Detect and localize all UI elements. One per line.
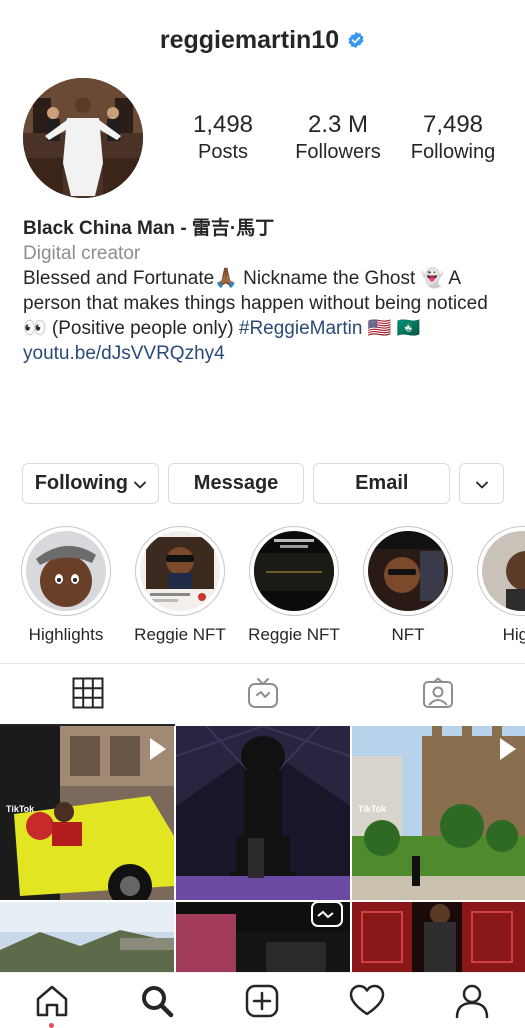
nav-home[interactable] <box>32 983 72 1023</box>
verified-badge-icon <box>347 31 365 49</box>
following-label: Following <box>410 141 496 163</box>
followers-stat[interactable]: 2.3 M Followers <box>288 111 388 164</box>
igtv-icon <box>247 677 279 714</box>
grid-icon <box>72 677 104 714</box>
avatar[interactable] <box>23 78 143 198</box>
highlight-label: Highl <box>502 625 525 644</box>
category-label: Digital creator <box>23 243 141 264</box>
highlight-label: Highlights <box>28 625 104 644</box>
highlight-label: Reggie NFT <box>248 625 340 644</box>
posts-grid: TikTok TikTok <box>0 726 525 972</box>
tagged-icon <box>422 677 454 714</box>
story-highlights: Highlights Reggie NFT Reggie NFT NFT Hig <box>18 526 525 646</box>
chevron-down-icon <box>475 472 488 495</box>
following-count: 7,498 <box>422 111 484 138</box>
nav-new-post[interactable] <box>242 983 282 1023</box>
highlight-cover <box>254 531 334 611</box>
highlight-ring <box>363 526 453 616</box>
profile-stats: 1,498 Posts 2.3 M Followers 7,498 Follow… <box>173 111 503 164</box>
display-name: Black China Man - 雷吉·馬丁 <box>23 218 275 239</box>
following-stat[interactable]: 7,498 Following <box>403 111 503 164</box>
profile-header: reggiemartin10 <box>0 20 525 60</box>
suggested-accounts-button[interactable] <box>459 463 505 504</box>
bio-link[interactable]: youtu.be/dJsVVRQzhy4 <box>23 341 503 366</box>
highlight-item[interactable]: Highl <box>474 526 525 645</box>
highlight-item[interactable]: NFT <box>360 526 456 645</box>
profile-summary: 1,498 Posts 2.3 M Followers 7,498 Follow… <box>23 78 503 198</box>
tab-igtv[interactable] <box>175 664 350 726</box>
username: reggiemartin10 <box>159 25 340 54</box>
highlight-ring <box>21 526 111 616</box>
followers-label: Followers <box>295 141 381 163</box>
highlight-ring <box>135 526 225 616</box>
following-button[interactable]: Following <box>22 463 159 504</box>
message-button-label: Message <box>193 472 279 494</box>
tiktok-badge: TikTok <box>358 804 387 814</box>
highlight-item[interactable]: Reggie NFT <box>246 526 342 645</box>
tiktok-badge: TikTok <box>6 804 35 814</box>
bio-text: Blessed and Fortunate🙏🏾 Nickname the Gho… <box>23 266 503 341</box>
post-thumbnail[interactable] <box>176 902 350 972</box>
posts-stat[interactable]: 1,498 Posts <box>173 111 273 164</box>
post-thumbnail[interactable] <box>0 902 174 972</box>
profile-icon <box>454 983 490 1024</box>
highlight-cover <box>482 531 525 611</box>
search-icon <box>139 983 175 1024</box>
highlight-ring <box>249 526 339 616</box>
post-thumbnail[interactable]: TikTok <box>0 726 174 900</box>
nav-profile[interactable] <box>452 983 492 1023</box>
highlight-item[interactable]: Highlights <box>18 526 114 645</box>
highlight-cover <box>26 531 106 611</box>
highlight-label: Reggie NFT <box>134 625 226 644</box>
tab-posts-grid[interactable] <box>0 664 175 726</box>
highlight-cover <box>140 531 220 611</box>
profile-tabs <box>0 663 525 726</box>
activity-icon <box>349 983 385 1024</box>
chevron-down-icon <box>134 472 146 495</box>
posts-count: 1,498 <box>192 111 254 138</box>
new-post-icon <box>244 983 280 1024</box>
highlight-item[interactable]: Reggie NFT <box>132 526 228 645</box>
following-button-label: Following <box>34 472 128 494</box>
posts-label: Posts <box>197 141 249 163</box>
notification-dot <box>49 1023 54 1028</box>
message-button[interactable]: Message <box>167 463 305 504</box>
post-thumbnail[interactable] <box>176 726 350 900</box>
tab-tagged[interactable] <box>350 664 525 726</box>
highlight-cover <box>368 531 448 611</box>
post-thumbnail[interactable] <box>352 902 525 972</box>
post-thumbnail[interactable]: TikTok <box>352 726 525 900</box>
highlight-ring <box>477 526 525 616</box>
email-button-label: Email <box>355 472 409 494</box>
bio-hashtag[interactable]: #ReggieMartin <box>239 318 363 339</box>
bio-text-part-2: 🇺🇸 🇲🇴 <box>362 318 421 339</box>
highlight-label: NFT <box>391 625 425 644</box>
bottom-navigation <box>0 972 525 1028</box>
profile-actions: Following Message Email <box>22 463 505 504</box>
nav-search[interactable] <box>137 983 177 1023</box>
followers-count: 2.3 M <box>307 111 369 138</box>
nav-activity[interactable] <box>347 983 387 1023</box>
profile-bio: Black China Man - 雷吉·馬丁 Digital creator … <box>23 216 503 366</box>
home-icon <box>34 983 70 1024</box>
email-button[interactable]: Email <box>313 463 451 504</box>
